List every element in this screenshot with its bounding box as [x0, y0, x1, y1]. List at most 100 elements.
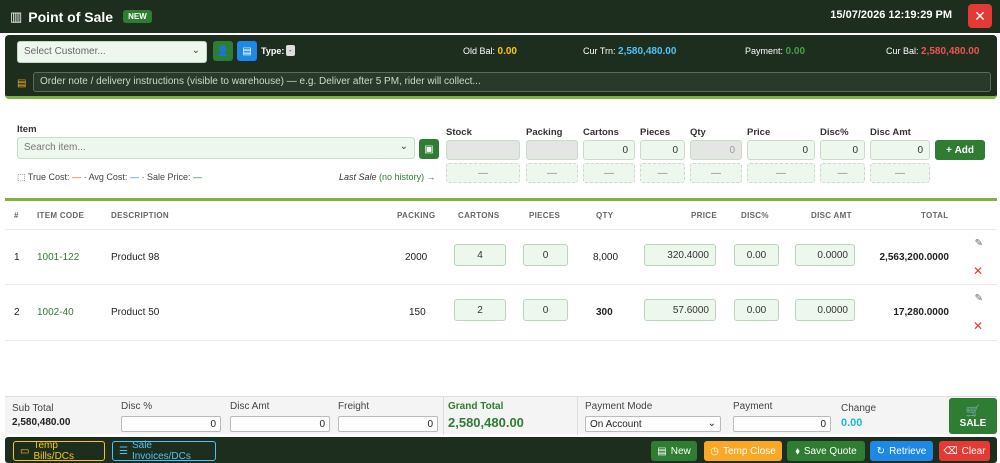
- sub-total-label: Sub Total: [12, 403, 54, 414]
- page-title: Point of Sale: [28, 8, 114, 25]
- disc-amt-total-input[interactable]: 0: [230, 416, 330, 432]
- col-header: #: [14, 211, 19, 220]
- document-icon: ▤: [242, 45, 252, 57]
- temp-bills-label: Temp Bills/DCs: [33, 440, 75, 462]
- freight-input[interactable]: 0: [338, 416, 438, 432]
- stock-hint: —: [446, 163, 520, 183]
- temp-close-button[interactable]: ◷ Temp Close: [704, 441, 782, 461]
- col-header: DISC%: [741, 211, 769, 220]
- disc-amt-input[interactable]: 0: [870, 140, 930, 160]
- customer-document-button[interactable]: ▤: [237, 41, 257, 61]
- item-lookup-button[interactable]: ▣: [419, 139, 439, 159]
- save-quote-button[interactable]: ⬧ Save Quote: [787, 441, 865, 461]
- packing-hint: —: [526, 163, 578, 183]
- close-button[interactable]: ✕: [968, 4, 992, 28]
- plus-icon: +: [945, 144, 952, 156]
- row-number: 2: [14, 307, 20, 318]
- add-user-icon: 👤: [216, 45, 230, 57]
- customer-select-placeholder: Select Customer...: [24, 46, 106, 57]
- item-label: Item: [17, 124, 37, 135]
- pieces-hint: —: [640, 163, 685, 183]
- pieces-input[interactable]: 0: [640, 140, 685, 160]
- change-label: Change: [841, 403, 877, 414]
- item-code[interactable]: 1001-122: [37, 252, 79, 263]
- new-button[interactable]: ▤ New: [651, 441, 697, 461]
- refresh-icon: ↻: [876, 445, 886, 457]
- item-packing: 2000: [405, 252, 428, 263]
- price-input[interactable]: 0: [747, 140, 815, 160]
- cart-icon: 🛒: [965, 403, 981, 418]
- retrieve-button[interactable]: ↻ Retrieve: [870, 441, 933, 461]
- cur-bal-label: Cur Bal:: [886, 46, 919, 56]
- row-qty: 8,000: [593, 252, 619, 263]
- item-code[interactable]: 1002-40: [37, 307, 74, 318]
- sale-button[interactable]: 🛒 SALE: [949, 398, 997, 434]
- row-total: 2,563,200.0000: [879, 252, 949, 263]
- row-qty: 300: [596, 307, 613, 318]
- row-cartons-input[interactable]: 4: [454, 244, 506, 266]
- true-cost-label: True Cost:: [27, 172, 70, 182]
- cur-trn-label: Cur Trn:: [583, 46, 616, 56]
- pieces-label: Pieces: [640, 127, 671, 138]
- col-header: PRICE: [691, 211, 717, 220]
- price-hint: —: [747, 163, 815, 183]
- sale-price-value: —: [193, 172, 203, 182]
- item-entry-panel: Item Search item... ⌄ ▣ Stock Packing Ca…: [5, 108, 997, 196]
- clear-button[interactable]: ⌫ Clear: [939, 441, 990, 461]
- order-note-input[interactable]: Order note / delivery instructions (visi…: [33, 72, 991, 92]
- delete-icon[interactable]: ✕: [973, 264, 983, 278]
- payment-mode-select[interactable]: On Account ⌄: [585, 416, 721, 432]
- disc-amt-label: Disc Amt: [870, 127, 911, 138]
- stock-label: Stock: [446, 127, 472, 138]
- current-transaction: Cur Trn: 2,580,480.00: [583, 46, 676, 57]
- add-label: Add: [954, 144, 975, 156]
- old-balance: Old Bal: 0.00: [463, 46, 517, 57]
- items-table: # ITEM CODE DESCRIPTION PACKING CARTONS …: [5, 198, 997, 392]
- row-cartons-input[interactable]: 2: [454, 299, 506, 321]
- payment-input[interactable]: 0: [733, 416, 831, 432]
- col-header: DESCRIPTION: [111, 211, 169, 220]
- disc-pct-input[interactable]: 0: [820, 140, 865, 160]
- disc-pct-total-label: Disc %: [121, 401, 153, 412]
- delete-icon[interactable]: ✕: [973, 319, 983, 333]
- cartons-input[interactable]: 0: [583, 140, 635, 160]
- temp-bills-button[interactable]: ▭ Temp Bills/DCs: [13, 440, 105, 462]
- disc-pct-total-input[interactable]: 0: [121, 416, 221, 432]
- row-disc-pct-input[interactable]: 0.00: [734, 244, 779, 266]
- last-sale-link[interactable]: Last Sale (no history) →: [339, 172, 436, 182]
- barcode-icon: ▥: [10, 8, 23, 24]
- edit-icon[interactable]: ✎: [975, 238, 983, 249]
- item-packing: 150: [409, 307, 426, 318]
- last-sale-value: (no history) →: [379, 172, 436, 182]
- payment-mode-label: Payment Mode: [585, 401, 653, 412]
- add-button[interactable]: + Add: [935, 140, 985, 160]
- avg-cost-value: —: [129, 172, 139, 182]
- row-disc-pct-input[interactable]: 0.00: [734, 299, 779, 321]
- change-value: 0.00: [841, 417, 863, 429]
- save-quote-label: Save Quote: [803, 445, 857, 457]
- sale-invoices-button[interactable]: ☰ Sale Invoices/DCs: [112, 440, 216, 462]
- row-price-input[interactable]: 320.4000: [644, 244, 716, 266]
- item-search-input[interactable]: Search item... ⌄: [17, 137, 415, 159]
- edit-icon[interactable]: ✎: [975, 293, 983, 304]
- col-header: PIECES: [529, 211, 561, 220]
- row-price-input[interactable]: 57.6000: [644, 299, 716, 321]
- qty-label: Qty: [690, 127, 706, 138]
- true-cost-value: —: [72, 172, 82, 182]
- freight-label: Freight: [338, 401, 370, 412]
- row-disc-amt-input[interactable]: 0.0000: [795, 299, 855, 321]
- grand-total-box: Grand Total 2,580,480.00: [443, 397, 578, 435]
- row-disc-amt-input[interactable]: 0.0000: [795, 244, 855, 266]
- item-search-placeholder: Search item...: [24, 142, 86, 153]
- grand-total-label: Grand Total: [448, 401, 504, 412]
- add-customer-button[interactable]: 👤: [213, 41, 233, 61]
- qty-field: 0: [690, 140, 742, 160]
- row-pieces-input[interactable]: 0: [523, 299, 568, 321]
- col-header: CARTONS: [458, 211, 500, 220]
- datetime: 15/07/2026 12:19:29 PM: [830, 9, 952, 21]
- row-pieces-input[interactable]: 0: [523, 244, 568, 266]
- title-bar: ▥ Point of Sale NEW 15/07/2026 12:19:29 …: [0, 0, 1000, 33]
- customer-select[interactable]: Select Customer... ⌄: [17, 41, 207, 63]
- disc-amt-hint: —: [870, 163, 930, 183]
- cur-trn-value: 2,580,480.00: [618, 46, 677, 57]
